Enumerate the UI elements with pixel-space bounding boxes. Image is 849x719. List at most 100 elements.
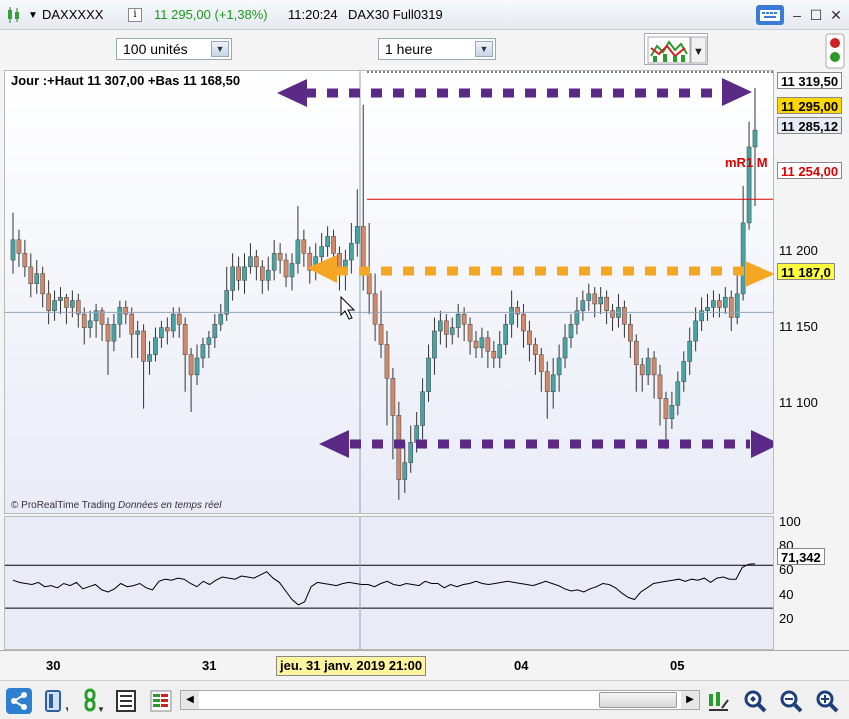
candle-body (331, 236, 336, 254)
layout-icon[interactable]: ▼ (42, 688, 68, 714)
scroll-right-icon[interactable]: ▶ (681, 691, 699, 709)
candle-body (538, 354, 544, 372)
mouse-pointer-icon (340, 295, 356, 320)
drawing-tools-icon[interactable] (824, 32, 846, 70)
candle-body (64, 296, 69, 308)
candle-body (123, 307, 129, 315)
zoom-out-icon[interactable] (778, 688, 804, 714)
mr1-label: mR1 M (725, 155, 768, 170)
zoom-in-icon[interactable] (814, 688, 840, 714)
rsi-tick: 20 (779, 611, 794, 626)
candle-body (129, 313, 135, 335)
share-icon[interactable] (6, 688, 32, 714)
candle-body (295, 239, 301, 264)
candle-body (663, 398, 669, 420)
close-icon[interactable]: ✕ (826, 6, 846, 24)
clock-time: 11:20:24 (288, 7, 338, 22)
scroll-thumb[interactable] (599, 692, 677, 708)
candle-body (248, 256, 253, 268)
candle-body (349, 242, 354, 261)
auto-scale-icon[interactable] (706, 688, 732, 714)
candle-body (372, 293, 378, 325)
info-icon[interactable]: i (128, 8, 142, 22)
order-book-icon[interactable] (114, 688, 140, 714)
candlestick-icon[interactable] (6, 6, 22, 24)
chart-header: Jour :+Haut 11 307,00 +Bas 11 168,50 (11, 73, 241, 88)
bottom-toolbar: ▼ ▼ ◀ ▶ (0, 680, 849, 719)
candle-body (277, 253, 283, 261)
rsi-line (12, 563, 756, 606)
chart-type-button[interactable]: ▼ (644, 33, 708, 65)
candle-body (556, 357, 562, 376)
price-axis[interactable]: 11 319,50 11 295,00 11 285,12 11 254,00 … (774, 70, 849, 514)
candle-body (224, 290, 230, 315)
candle-body (550, 374, 556, 393)
candle-body (568, 323, 574, 338)
candle-body (722, 296, 728, 308)
minimize-icon[interactable]: – (787, 6, 807, 24)
mr1-price-box: 11 254,00 (777, 162, 843, 179)
candle-body (444, 320, 449, 335)
candle-body (283, 259, 289, 278)
candle-body (70, 300, 75, 308)
candle-body (485, 337, 491, 352)
candle-body (176, 313, 182, 325)
candle-body (467, 323, 473, 342)
candle-body (527, 330, 532, 345)
scroll-left-icon[interactable]: ◀ (181, 691, 199, 709)
candle-body (461, 313, 467, 325)
candle-body (473, 340, 479, 349)
copyright-text: © ProRealTime Trading Données en temps r… (11, 500, 222, 511)
candle-body (117, 307, 123, 325)
candle-body (752, 129, 758, 148)
candle-body (366, 273, 372, 295)
time-axis[interactable]: 30 31 jeu. 31 janv. 2019 21:00 04 05 (0, 650, 849, 680)
keyboard-icon[interactable] (756, 5, 784, 25)
zoom-fit-icon[interactable] (742, 688, 768, 714)
last-price-box: 11 295,00 (777, 97, 843, 114)
candle-body (354, 226, 360, 244)
candle-body (46, 293, 51, 311)
period-select[interactable]: 1 heure ▼ (378, 38, 496, 60)
rsi-indicator-panel[interactable] (4, 516, 774, 650)
symbol-name[interactable]: DAXXXXX (42, 7, 103, 22)
horizontal-scrollbar[interactable]: ◀ ▶ (180, 690, 700, 710)
candle-body (610, 310, 615, 318)
candle-body (271, 253, 277, 271)
units-select[interactable]: 100 unités ▼ (116, 38, 232, 60)
candle-body (408, 442, 414, 463)
candle-body (622, 307, 627, 325)
candle-body (265, 269, 271, 281)
period-select-value: 1 heure (385, 41, 433, 57)
candle-body (711, 300, 716, 308)
rsi-value-box: 71,342 (777, 548, 825, 565)
candle-body (681, 361, 687, 382)
trading-window: ▼ DAXXXXX i 11 295,00 (+1,38%) 11:20:24 … (0, 0, 849, 719)
rsi-axis[interactable]: 100 80 60 40 20 71,342 (774, 514, 849, 650)
candle-body (533, 344, 538, 355)
chevron-down-icon[interactable]: ▼ (28, 10, 38, 21)
price-chart[interactable]: Jour :+Haut 11 307,00 +Bas 11 168,50 mR1… (4, 70, 774, 514)
candle-body (479, 337, 485, 349)
candle-body (153, 337, 158, 355)
candle-body (562, 337, 568, 359)
price-change: 11 295,00 (+1,38%) (154, 7, 268, 22)
candle-body (52, 300, 57, 311)
candle-body (242, 266, 247, 281)
candle-body (449, 327, 455, 335)
chevron-down-icon[interactable]: ▼ (211, 41, 229, 57)
candle-body (135, 330, 140, 335)
title-bar: ▼ DAXXXXX i 11 295,00 (+1,38%) 11:20:24 … (0, 0, 849, 30)
maximize-icon[interactable]: ☐ (806, 6, 826, 24)
candle-body (230, 266, 235, 291)
candle-body (432, 330, 437, 359)
candle-body (669, 405, 675, 420)
candle-body (206, 337, 212, 345)
chain-link-icon[interactable]: ▼ (78, 688, 104, 714)
candle-body (426, 357, 431, 393)
chevron-down-icon[interactable]: ▼ (475, 41, 493, 57)
candle-body (509, 307, 514, 325)
time-tick: 05 (670, 658, 685, 673)
candle-body (390, 378, 396, 416)
trade-list-icon[interactable] (148, 688, 174, 714)
